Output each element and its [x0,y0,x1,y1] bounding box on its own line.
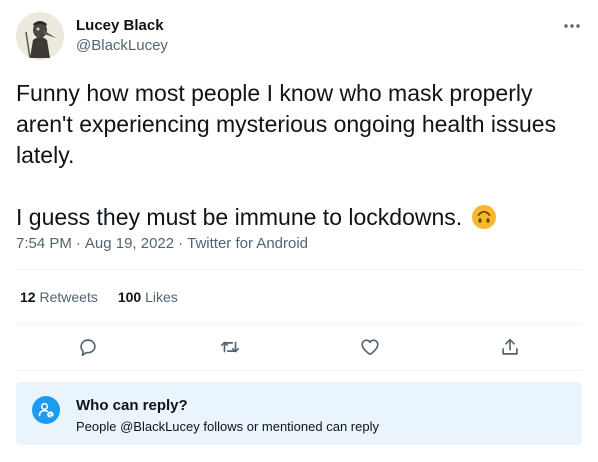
more-dots-icon [564,24,580,28]
likes-label: Likes [145,289,178,305]
avatar-image [16,12,64,60]
mention-person-icon [32,396,60,424]
avatar[interactable] [16,12,64,60]
divider [16,370,582,371]
divider [16,323,582,324]
author-handle[interactable]: @BlackLucey [76,36,168,56]
tweet-date[interactable]: Aug 19, 2022 [85,235,174,252]
likes-stat[interactable]: 100 Likes [118,287,178,307]
like-button[interactable] [354,332,386,362]
tweet-text: Funny how most people I know who mask pr… [16,78,576,233]
engagement-stats: 12 Retweets 100 Likes [20,287,178,307]
retweet-icon [220,341,240,353]
tweet-paragraph: Funny how most people I know who mask pr… [16,80,557,168]
tweet-detail: Lucey Black @BlackLucey Funny how most p… [0,0,598,462]
retweets-stat[interactable]: 12 Retweets [20,287,98,307]
reply-restriction-description: People @BlackLucey follows or mentioned … [76,419,379,434]
reply-restriction-notice: Who can reply? People @BlackLucey follow… [16,382,582,445]
reply-button[interactable] [72,332,104,362]
reply-restriction-title: Who can reply? [76,397,188,414]
meta-separator: · [75,235,81,252]
tweet-time[interactable]: 7:54 PM [16,235,72,252]
reply-icon [80,339,96,357]
meta-separator: · [178,235,184,252]
upside-down-face-emoji-icon [471,204,497,230]
tweet-actions [16,332,582,362]
tweet-source[interactable]: Twitter for Android [187,235,308,252]
author-name[interactable]: Lucey Black [76,16,164,36]
tweet-paragraph-text: I guess they must be immune to lockdowns… [16,204,463,230]
retweet-button[interactable] [214,332,246,362]
tweet-metadata: 7:54 PM · Aug 19, 2022 · Twitter for Android [16,234,308,254]
more-options-button[interactable] [556,12,588,40]
divider [16,269,582,270]
retweets-count: 12 [20,289,36,305]
share-button[interactable] [494,332,526,362]
likes-count: 100 [117,289,142,305]
share-icon [502,338,518,355]
tweet-paragraph: I guess they must be immune to lockdowns… [16,202,576,233]
retweets-label: Retweets [39,289,98,305]
like-icon [361,339,379,356]
